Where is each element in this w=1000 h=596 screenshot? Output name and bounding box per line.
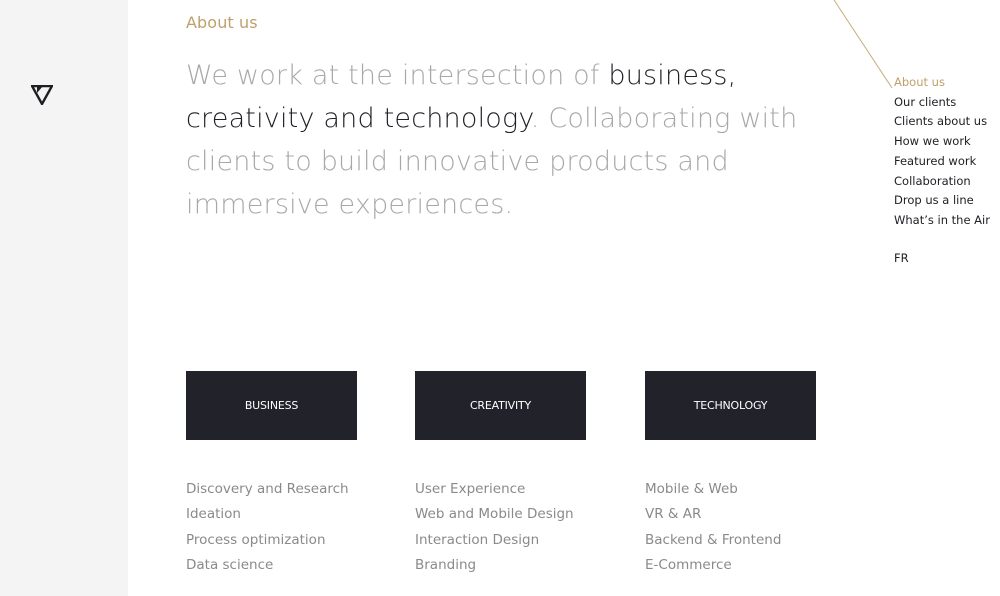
brand-logo-icon[interactable] bbox=[31, 85, 53, 105]
list-item: Process optimization bbox=[186, 531, 326, 548]
technology-button[interactable]: TECHNOLOGY bbox=[645, 371, 816, 440]
list-item: Interaction Design bbox=[415, 531, 540, 548]
nav-item-whats-in-the-air[interactable]: What’s in the Air bbox=[894, 211, 990, 231]
creativity-button[interactable]: CREATIVITY bbox=[415, 371, 586, 440]
side-navigation: About us Our clients Clients about us Ho… bbox=[894, 73, 990, 231]
list-item: Web and Mobile Design bbox=[415, 506, 574, 523]
business-list: Discovery and Research Ideation Process … bbox=[186, 477, 349, 578]
section-label: About us bbox=[186, 13, 258, 32]
language-switch[interactable]: FR bbox=[894, 251, 909, 265]
business-button[interactable]: BUSINESS bbox=[186, 371, 357, 440]
headline: We work at the intersection of business,… bbox=[186, 54, 856, 226]
list-item: Branding bbox=[415, 556, 477, 573]
page: About us We work at the intersection of … bbox=[0, 0, 1000, 596]
nav-item-collaboration[interactable]: Collaboration bbox=[894, 172, 990, 192]
technology-list: Mobile & Web VR & AR Backend & Frontend … bbox=[645, 477, 781, 578]
nav-item-drop-us-a-line[interactable]: Drop us a line bbox=[894, 191, 990, 211]
creativity-list: User Experience Web and Mobile Design In… bbox=[415, 477, 574, 578]
list-item: Data science bbox=[186, 556, 274, 573]
list-item: Backend & Frontend bbox=[645, 531, 782, 548]
nav-item-about-us[interactable]: About us bbox=[894, 73, 990, 93]
left-rail bbox=[0, 0, 128, 596]
list-item: VR & AR bbox=[645, 506, 702, 523]
list-item: Discovery and Research bbox=[186, 481, 349, 497]
headline-intro: We work at the intersection of bbox=[186, 60, 609, 91]
nav-item-featured-work[interactable]: Featured work bbox=[894, 152, 990, 172]
list-item: Mobile & Web bbox=[645, 481, 738, 497]
list-item: User Experience bbox=[415, 481, 526, 497]
list-item: Ideation bbox=[186, 506, 241, 523]
list-item: E-Commerce bbox=[645, 556, 732, 573]
nav-item-how-we-work[interactable]: How we work bbox=[894, 132, 990, 152]
nav-item-clients-about-us[interactable]: Clients about us bbox=[894, 112, 990, 132]
nav-item-our-clients[interactable]: Our clients bbox=[894, 93, 990, 113]
